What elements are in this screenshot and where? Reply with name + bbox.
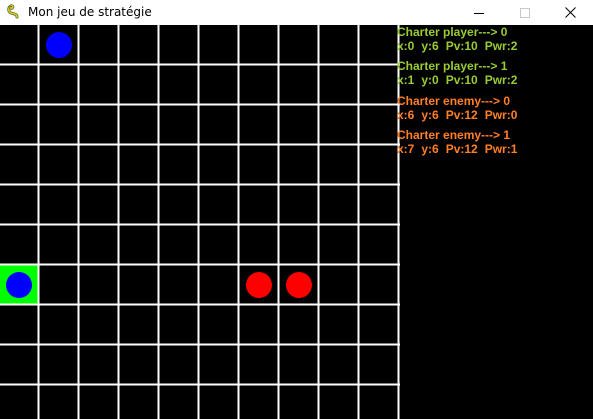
window-title: Mon jeu de stratégie [28, 5, 152, 19]
close-button[interactable] [547, 0, 593, 25]
game-area: Charter player---> 0 x:0 y:6 Pv:10 Pwr:2 Char… [0, 25, 593, 419]
charter-info-player: Charter player---> 0 x:0 y:6 Pv:10 Pwr:2 [397, 25, 524, 53]
stat-y: y:6 [421, 142, 439, 156]
maximize-icon [520, 7, 530, 18]
charter-info-enemy: Charter enemy---> 0 x:6 y:6 Pv:12 Pwr:0 [397, 94, 524, 122]
stat-x: x:7 [397, 142, 415, 156]
stat-pv: Pv:10 [445, 73, 478, 87]
charter-info-player: Charter player---> 1 x:1 y:0 Pv:10 Pwr:2 [397, 59, 524, 87]
charter-stats: x:7 y:6 Pv:12 Pwr:1 [397, 142, 524, 156]
enemy-unit[interactable] [246, 272, 272, 298]
charter-stats: x:1 y:0 Pv:10 Pwr:2 [397, 73, 524, 87]
minimize-button[interactable] [456, 0, 502, 25]
maximize-button[interactable] [502, 0, 548, 25]
stat-pwr: Pwr:0 [484, 108, 518, 122]
charter-header: Charter player---> 1 [397, 59, 508, 73]
minimize-icon [474, 12, 484, 14]
stat-pwr: Pwr:2 [484, 73, 518, 87]
stat-x: x:6 [397, 108, 415, 122]
player-unit[interactable] [6, 272, 32, 298]
stat-pwr: Pwr:1 [484, 142, 518, 156]
charter-header: Charter player---> 0 [397, 25, 508, 39]
charter-stats: x:0 y:6 Pv:10 Pwr:2 [397, 39, 524, 53]
close-icon [564, 7, 576, 18]
stat-pwr: Pwr:2 [484, 39, 518, 53]
stat-pv: Pv:12 [445, 142, 478, 156]
charter-info-panel: Charter player---> 0 x:0 y:6 Pv:10 Pwr:2 Char… [396, 25, 593, 419]
board-background [0, 25, 400, 419]
stat-x: x:0 [397, 39, 415, 53]
game-board[interactable] [0, 25, 400, 419]
charter-info-enemy: Charter enemy---> 1 x:7 y:6 Pv:12 Pwr:1 [397, 128, 524, 156]
stat-pv: Pv:12 [445, 108, 478, 122]
charter-header: Charter enemy---> 0 [397, 94, 511, 108]
pygame-snake-icon [6, 4, 22, 20]
stat-y: y:0 [421, 73, 439, 87]
enemy-unit[interactable] [286, 272, 312, 298]
stat-y: y:6 [421, 108, 439, 122]
title-bar[interactable]: Mon jeu de stratégie [0, 0, 593, 25]
stat-pv: Pv:10 [445, 39, 478, 53]
stat-x: x:1 [397, 73, 415, 87]
charter-stats: x:6 y:6 Pv:12 Pwr:0 [397, 108, 524, 122]
charter-header: Charter enemy---> 1 [397, 128, 511, 142]
game-window: Mon jeu de stratégie Charter player---> … [0, 0, 593, 419]
stat-y: y:6 [421, 39, 439, 53]
player-unit[interactable] [46, 32, 72, 58]
